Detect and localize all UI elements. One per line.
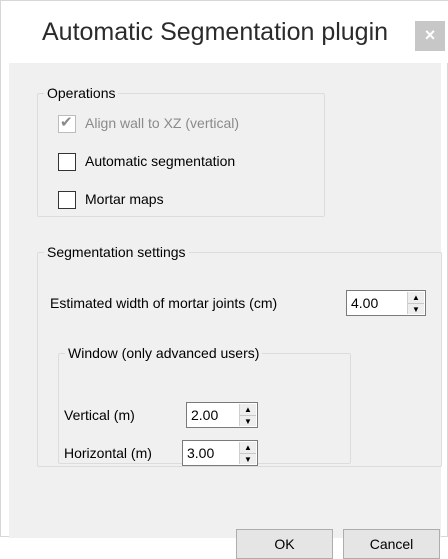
arrow-up-icon[interactable]: ▲ (408, 292, 424, 303)
segmentation-legend: Segmentation settings (47, 244, 186, 260)
arrow-up-icon[interactable]: ▲ (240, 404, 256, 415)
mortar-width-value: 4.00 (351, 295, 379, 311)
vertical-label: Vertical (m) (64, 407, 135, 423)
dialog-title: Automatic Segmentation plugin (42, 18, 389, 46)
window-advanced-group: Window (only advanced users) Vertical (m… (58, 345, 351, 466)
mortar-width-label: Estimated width of mortar joints (cm) (50, 295, 278, 311)
close-button[interactable]: × (415, 21, 445, 51)
horizontal-spinbox[interactable]: 3.00 ▲ ▼ (182, 440, 258, 466)
automatic-segmentation-label: Automatic segmentation (85, 153, 236, 169)
vertical-spinbox[interactable]: 2.00 ▲ ▼ (186, 402, 258, 428)
window-legend: Window (only advanced users) (68, 345, 260, 361)
plugin-dialog: Automatic Segmentation plugin × Operatio… (0, 0, 448, 559)
mortar-maps-label: Mortar maps (85, 191, 164, 207)
mortar-maps-checkbox[interactable] (58, 191, 76, 209)
horizontal-value: 3.00 (187, 445, 215, 461)
vertical-value: 2.00 (191, 407, 219, 423)
arrow-down-icon[interactable]: ▼ (240, 453, 256, 464)
arrow-down-icon[interactable]: ▼ (240, 415, 256, 426)
close-icon: × (424, 25, 436, 45)
arrow-down-icon[interactable]: ▼ (408, 303, 424, 314)
title-bar: Automatic Segmentation plugin × (1, 1, 448, 63)
cancel-button[interactable]: Cancel (343, 529, 440, 559)
arrow-up-icon[interactable]: ▲ (240, 442, 256, 453)
mortar-width-stepper[interactable]: ▲ ▼ (407, 292, 424, 314)
align-wall-label: Align wall to XZ (vertical) (85, 115, 240, 131)
vertical-stepper[interactable]: ▲ ▼ (239, 404, 256, 426)
operations-legend: Operations (47, 85, 116, 101)
align-wall-checkbox[interactable]: ✔ (58, 114, 76, 133)
mortar-width-spinbox[interactable]: 4.00 ▲ ▼ (346, 290, 426, 316)
horizontal-stepper[interactable]: ▲ ▼ (239, 442, 256, 464)
automatic-segmentation-checkbox[interactable] (58, 153, 76, 171)
ok-button[interactable]: OK (236, 529, 333, 559)
checkmark-icon: ✔ (60, 114, 73, 131)
horizontal-label: Horizontal (m) (64, 445, 152, 461)
segmentation-settings-group: Segmentation settings Estimated width of… (37, 244, 442, 467)
dialog-body: Operations ✔ Align wall to XZ (vertical)… (9, 63, 442, 559)
operations-group: Operations ✔ Align wall to XZ (vertical)… (37, 85, 325, 217)
